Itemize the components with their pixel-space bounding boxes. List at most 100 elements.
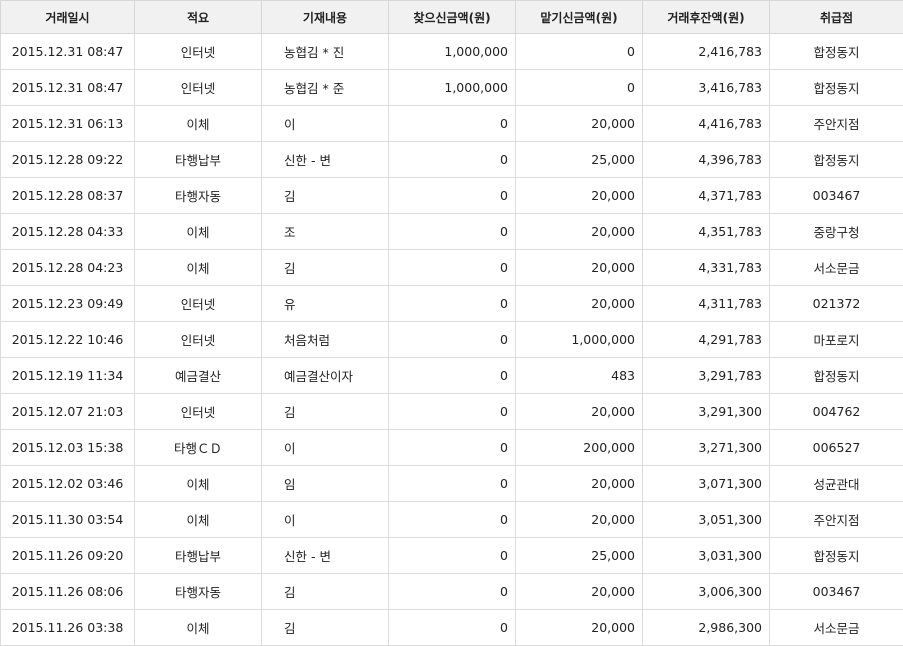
cell-description: 김 <box>262 610 389 646</box>
cell-summary: 타행ＣＤ <box>135 430 262 466</box>
cell-datetime: 2015.12.23 09:49 <box>1 286 135 322</box>
cell-summary: 인터넷 <box>135 394 262 430</box>
cell-withdrawal: 0 <box>389 502 516 538</box>
cell-branch: 합정동지 <box>770 34 903 70</box>
cell-withdrawal: 0 <box>389 322 516 358</box>
header-balance: 거래후잔액(원) <box>643 1 770 34</box>
cell-summary: 타행자동 <box>135 574 262 610</box>
cell-balance: 3,071,300 <box>643 466 770 502</box>
cell-withdrawal: 0 <box>389 142 516 178</box>
cell-branch: 합정동지 <box>770 538 903 574</box>
cell-summary: 인터넷 <box>135 70 262 106</box>
cell-branch: 주안지점 <box>770 106 903 142</box>
table-row: 2015.11.26 08:06타행자동김020,0003,006,300003… <box>1 574 903 610</box>
header-datetime: 거래일시 <box>1 1 135 34</box>
cell-deposit: 20,000 <box>516 502 643 538</box>
cell-balance: 4,371,783 <box>643 178 770 214</box>
cell-balance: 3,416,783 <box>643 70 770 106</box>
cell-datetime: 2015.12.28 04:33 <box>1 214 135 250</box>
cell-summary: 이체 <box>135 610 262 646</box>
cell-deposit: 1,000,000 <box>516 322 643 358</box>
cell-summary: 이체 <box>135 466 262 502</box>
cell-withdrawal: 0 <box>389 466 516 502</box>
cell-description: 김 <box>262 394 389 430</box>
cell-withdrawal: 0 <box>389 106 516 142</box>
cell-datetime: 2015.11.26 09:20 <box>1 538 135 574</box>
cell-branch: 주안지점 <box>770 502 903 538</box>
cell-balance: 4,416,783 <box>643 106 770 142</box>
table-row: 2015.11.30 03:54이체이020,0003,051,300주안지점 <box>1 502 903 538</box>
cell-datetime: 2015.11.30 03:54 <box>1 502 135 538</box>
cell-withdrawal: 1,000,000 <box>389 70 516 106</box>
cell-balance: 2,986,300 <box>643 610 770 646</box>
cell-branch: 합정동지 <box>770 142 903 178</box>
cell-balance: 4,331,783 <box>643 250 770 286</box>
cell-datetime: 2015.12.28 09:22 <box>1 142 135 178</box>
table-row: 2015.12.28 08:37타행자동김020,0004,371,783003… <box>1 178 903 214</box>
cell-summary: 타행납부 <box>135 142 262 178</box>
cell-summary: 이체 <box>135 250 262 286</box>
cell-deposit: 200,000 <box>516 430 643 466</box>
cell-branch: 서소문금 <box>770 250 903 286</box>
cell-withdrawal: 0 <box>389 430 516 466</box>
cell-datetime: 2015.12.28 04:23 <box>1 250 135 286</box>
table-row: 2015.12.22 10:46인터넷처음처럼01,000,0004,291,7… <box>1 322 903 358</box>
cell-balance: 3,291,783 <box>643 358 770 394</box>
cell-summary: 이체 <box>135 106 262 142</box>
header-description: 기재내용 <box>262 1 389 34</box>
cell-summary: 인터넷 <box>135 34 262 70</box>
table-row: 2015.12.23 09:49인터넷유020,0004,311,7830213… <box>1 286 903 322</box>
cell-datetime: 2015.12.31 08:47 <box>1 70 135 106</box>
cell-datetime: 2015.12.28 08:37 <box>1 178 135 214</box>
cell-description: 이 <box>262 502 389 538</box>
cell-description: 유 <box>262 286 389 322</box>
table-row: 2015.12.31 08:47인터넷농협김 * 준1,000,00003,41… <box>1 70 903 106</box>
cell-summary: 타행자동 <box>135 178 262 214</box>
cell-deposit: 20,000 <box>516 250 643 286</box>
header-deposit: 맡기신금액(원) <box>516 1 643 34</box>
cell-balance: 4,311,783 <box>643 286 770 322</box>
cell-balance: 4,351,783 <box>643 214 770 250</box>
cell-balance: 2,416,783 <box>643 34 770 70</box>
cell-summary: 타행납부 <box>135 538 262 574</box>
transaction-table: 거래일시적요기재내용찾으신금액(원)맡기신금액(원)거래후잔액(원)취급점 20… <box>0 0 903 646</box>
cell-withdrawal: 0 <box>389 358 516 394</box>
cell-datetime: 2015.11.26 03:38 <box>1 610 135 646</box>
cell-withdrawal: 0 <box>389 286 516 322</box>
cell-branch: 003467 <box>770 574 903 610</box>
cell-balance: 3,051,300 <box>643 502 770 538</box>
cell-description: 조 <box>262 214 389 250</box>
cell-balance: 3,291,300 <box>643 394 770 430</box>
cell-deposit: 20,000 <box>516 214 643 250</box>
header-row: 거래일시적요기재내용찾으신금액(원)맡기신금액(원)거래후잔액(원)취급점 <box>1 1 903 34</box>
cell-datetime: 2015.12.31 06:13 <box>1 106 135 142</box>
cell-description: 신한 - 변 <box>262 142 389 178</box>
cell-branch: 마포로지 <box>770 322 903 358</box>
cell-description: 김 <box>262 178 389 214</box>
cell-balance: 3,031,300 <box>643 538 770 574</box>
table-row: 2015.12.02 03:46이체임020,0003,071,300성균관대 <box>1 466 903 502</box>
table-body: 2015.12.31 08:47인터넷농협김 * 진1,000,00002,41… <box>1 34 903 646</box>
cell-datetime: 2015.11.26 08:06 <box>1 574 135 610</box>
cell-branch: 004762 <box>770 394 903 430</box>
cell-withdrawal: 0 <box>389 538 516 574</box>
table-row: 2015.12.19 11:34예금결산예금결산이자04833,291,783합… <box>1 358 903 394</box>
cell-description: 신한 - 변 <box>262 538 389 574</box>
cell-deposit: 20,000 <box>516 106 643 142</box>
cell-deposit: 0 <box>516 70 643 106</box>
cell-description: 이 <box>262 430 389 466</box>
cell-withdrawal: 0 <box>389 574 516 610</box>
header-summary: 적요 <box>135 1 262 34</box>
cell-deposit: 0 <box>516 34 643 70</box>
cell-withdrawal: 0 <box>389 178 516 214</box>
cell-description: 처음처럼 <box>262 322 389 358</box>
table-row: 2015.11.26 09:20타행납부신한 - 변025,0003,031,3… <box>1 538 903 574</box>
header-withdrawal: 찾으신금액(원) <box>389 1 516 34</box>
cell-summary: 이체 <box>135 502 262 538</box>
table-row: 2015.12.03 15:38타행ＣＤ이0200,0003,271,30000… <box>1 430 903 466</box>
cell-withdrawal: 0 <box>389 610 516 646</box>
cell-description: 농협김 * 진 <box>262 34 389 70</box>
cell-datetime: 2015.12.02 03:46 <box>1 466 135 502</box>
cell-branch: 003467 <box>770 178 903 214</box>
cell-datetime: 2015.12.07 21:03 <box>1 394 135 430</box>
